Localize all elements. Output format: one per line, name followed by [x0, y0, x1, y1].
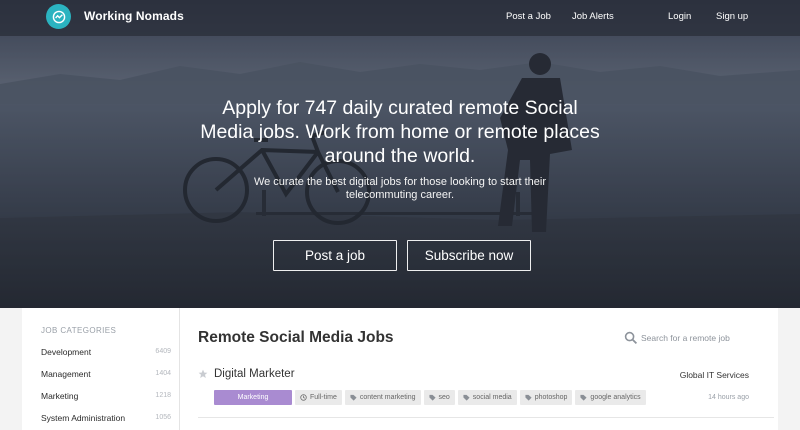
hero-banner: Working Nomads Post a Job Job Alerts Log… — [0, 0, 800, 308]
tag-icon — [350, 394, 357, 401]
skill-tag[interactable]: content marketing — [344, 390, 421, 405]
logo-glyph-icon — [52, 10, 65, 23]
nav-job-alerts-link[interactable]: Job Alerts — [572, 11, 614, 22]
posted-time: 14 hours ago — [708, 394, 749, 401]
hero-subtitle: We curate the best digital jobs for thos… — [253, 176, 547, 201]
company-name[interactable]: Global IT Services — [680, 370, 749, 380]
top-navbar: Working Nomads Post a Job Job Alerts Log… — [0, 0, 800, 36]
divider — [198, 417, 774, 418]
category-count: 6409 — [155, 348, 171, 355]
content-area: JOB CATEGORIES Development 6409 Manageme… — [0, 308, 800, 430]
skill-tag[interactable]: social media — [457, 390, 517, 405]
clock-icon — [300, 394, 307, 401]
star-icon[interactable] — [198, 369, 208, 379]
job-tags: Marketing Full-time content marketing se… — [214, 390, 646, 406]
tag-icon — [525, 394, 532, 401]
job-type-tag[interactable]: Full-time — [295, 390, 342, 405]
skill-tag[interactable]: seo — [423, 390, 455, 405]
subscribe-button[interactable]: Subscribe now — [407, 240, 531, 271]
job-listing[interactable]: Digital Marketer Global IT Services Mark… — [198, 364, 774, 422]
skill-tag-label: content marketing — [359, 394, 416, 401]
category-item-development[interactable]: Development 6409 — [41, 347, 171, 359]
search-input[interactable] — [641, 331, 763, 345]
page-title: Remote Social Media Jobs — [198, 329, 394, 346]
category-count: 1404 — [155, 370, 171, 377]
job-search — [624, 331, 764, 347]
categories-sidebar: JOB CATEGORIES Development 6409 Manageme… — [22, 308, 180, 430]
skill-tag-label: photoshop — [534, 394, 568, 401]
jobs-main-panel: Remote Social Media Jobs Digital Markete… — [180, 308, 778, 430]
hero-title: Apply for 747 daily curated remote Socia… — [200, 97, 600, 167]
tag-icon — [463, 394, 470, 401]
skill-tag[interactable]: photoshop — [519, 390, 573, 405]
post-job-button[interactable]: Post a job — [273, 240, 397, 271]
search-icon[interactable] — [624, 331, 638, 345]
category-name: Marketing — [41, 391, 79, 401]
categories-heading: JOB CATEGORIES — [41, 326, 117, 335]
nav-login-link[interactable]: Login — [668, 11, 691, 22]
tag-icon — [428, 394, 436, 401]
category-count: 1218 — [155, 392, 171, 399]
category-item-system-administration[interactable]: System Administration 1056 — [41, 413, 171, 425]
job-type-label: Full-time — [310, 394, 337, 401]
nav-post-job-link[interactable]: Post a Job — [506, 11, 551, 22]
skill-tag-label: google analytics — [590, 394, 641, 401]
job-title[interactable]: Digital Marketer — [214, 368, 295, 380]
skill-tag-label: seo — [438, 394, 450, 401]
brand-name[interactable]: Working Nomads — [84, 9, 184, 23]
nav-signup-link[interactable]: Sign up — [716, 11, 748, 22]
skill-tag-label: social media — [472, 394, 512, 401]
category-badge[interactable]: Marketing — [214, 390, 292, 405]
logo-icon[interactable] — [46, 4, 71, 29]
category-name: Development — [41, 347, 92, 357]
category-count: 1056 — [155, 414, 171, 421]
category-item-marketing[interactable]: Marketing 1218 — [41, 391, 171, 403]
category-item-management[interactable]: Management 1404 — [41, 369, 171, 381]
skill-tag[interactable]: google analytics — [575, 390, 646, 405]
tag-icon — [580, 394, 587, 401]
category-name: Management — [41, 369, 91, 379]
category-name: System Administration — [41, 413, 126, 423]
